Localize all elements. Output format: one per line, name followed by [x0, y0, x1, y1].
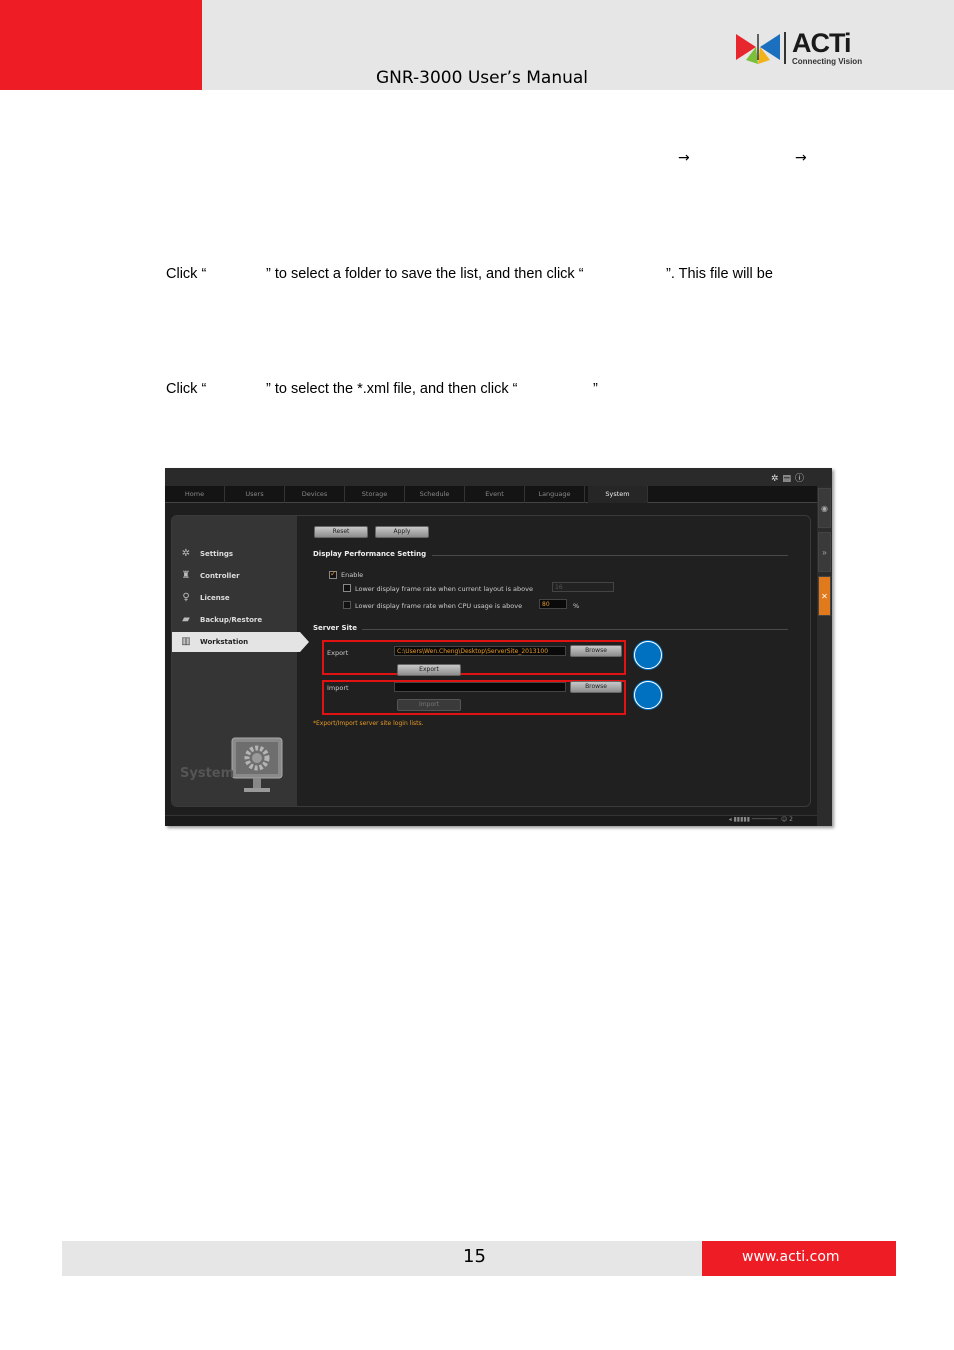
- tab-users[interactable]: Users: [225, 486, 285, 503]
- import-path-field[interactable]: [394, 682, 566, 692]
- website-link[interactable]: www.acti.com: [742, 1249, 840, 1265]
- header-red-block: [0, 0, 202, 90]
- import-text-3: ”: [593, 381, 598, 397]
- tab-devices[interactable]: Devices: [285, 486, 345, 503]
- path-arrow-1: →: [678, 150, 690, 166]
- callout-circle-1: [634, 641, 662, 669]
- gear-icon: ✲: [181, 548, 191, 559]
- percent-label: %: [573, 602, 580, 610]
- app-screenshot: ✲▤ⓘ Home Users Devices Storage Schedule …: [165, 468, 832, 826]
- system-watermark-label: System: [180, 766, 235, 781]
- manual-title: GNR-3000 User’s Manual: [376, 68, 589, 88]
- server-site-divider: [362, 629, 788, 630]
- app-titlebar: ✲▤ⓘ: [165, 468, 832, 486]
- import-browse-button[interactable]: Browse: [570, 681, 622, 693]
- cpu-frame-checkbox[interactable]: [343, 601, 351, 609]
- tools-icon[interactable]: ✕: [818, 576, 831, 616]
- main-tabbar: Home Users Devices Storage Schedule Even…: [165, 486, 817, 503]
- import-text-2: ” to select the *.xml file, and then cli…: [266, 381, 518, 397]
- tab-system[interactable]: System: [588, 486, 648, 503]
- reset-button[interactable]: Reset: [314, 526, 368, 538]
- sidebar-item-license[interactable]: ♀ License: [172, 588, 297, 608]
- cpu-frame-label: Lower display frame rate when CPU usage …: [355, 602, 523, 610]
- sidebar-item-settings[interactable]: ✲ Settings: [172, 544, 297, 564]
- eye-icon[interactable]: ◉: [818, 488, 831, 528]
- server-site-title: Server Site: [313, 624, 357, 632]
- sidebar-item-workstation[interactable]: ▥ Workstation: [172, 632, 309, 652]
- titlebar-icons: ✲▤ⓘ: [771, 471, 808, 484]
- path-arrow-2: →: [795, 150, 807, 166]
- footer-bar: [62, 1241, 702, 1276]
- tab-home[interactable]: Home: [165, 486, 225, 503]
- logo-divider: [784, 32, 786, 64]
- tab-language[interactable]: Language: [525, 486, 585, 503]
- export-label: Export: [327, 649, 349, 657]
- joystick-icon: ♜: [181, 570, 191, 581]
- tab-storage[interactable]: Storage: [345, 486, 405, 503]
- fast-forward-icon[interactable]: »: [818, 532, 831, 572]
- user-count: ◂ ▮▮▮▮▮ ─────── ☺ 2: [728, 816, 793, 823]
- butterfly-logo-icon: [736, 34, 780, 64]
- folder-icon: ▰: [182, 614, 190, 625]
- tab-schedule[interactable]: Schedule: [405, 486, 465, 503]
- server-icon: ▥: [181, 636, 191, 647]
- logo-tagline: Connecting Vision: [792, 57, 863, 66]
- enable-checkbox[interactable]: [329, 569, 337, 579]
- tab-event[interactable]: Event: [465, 486, 525, 503]
- cpu-usage-input[interactable]: 80: [539, 599, 567, 609]
- gear-icon[interactable]: ✲: [771, 474, 783, 484]
- sidebar-item-controller[interactable]: ♜ Controller: [172, 566, 297, 586]
- export-browse-button[interactable]: Browse: [570, 645, 622, 657]
- key-icon: ♀: [182, 592, 190, 603]
- import-label: Import: [327, 684, 349, 692]
- monitor-gear-icon: [231, 737, 283, 792]
- system-sidebar: ✲ Settings ♜ Controller ♀ License ▰ Backup/R…: [172, 516, 309, 806]
- server-site-note: *Export/Import server site login lists.: [313, 720, 424, 727]
- layout-frame-checkbox[interactable]: [343, 584, 351, 592]
- info-icon[interactable]: ⓘ: [795, 474, 808, 484]
- logo-wordmark: ACTi: [792, 28, 852, 58]
- export-text-2: ” to select a folder to save the list, a…: [266, 266, 584, 282]
- export-text-1: Click “: [166, 266, 207, 282]
- sidebar-item-backup-restore[interactable]: ▰ Backup/Restore: [172, 610, 297, 630]
- right-rail: ◉ » ✕: [817, 486, 832, 826]
- callout-circle-2: [634, 681, 662, 709]
- page-number: 15: [463, 1246, 486, 1267]
- acti-logo: ACTi Connecting Vision: [734, 28, 874, 68]
- import-button[interactable]: Import: [397, 699, 461, 711]
- import-text-1: Click “: [166, 381, 207, 397]
- apply-button[interactable]: Apply: [375, 526, 429, 538]
- export-path-field[interactable]: C:\Users\Wen.Cheng\Desktop\ServerSite_20…: [394, 646, 566, 656]
- export-text-3: ”. This file will be: [666, 266, 773, 282]
- export-button[interactable]: Export: [397, 664, 461, 676]
- layout-frame-label: Lower display frame rate when current la…: [355, 585, 533, 593]
- layout-frame-input[interactable]: 16: [552, 582, 614, 592]
- document-icon[interactable]: ▤: [782, 474, 795, 484]
- display-section-divider: [432, 555, 788, 556]
- status-bar: ◂ ▮▮▮▮▮ ─────── ☺ 2: [165, 815, 817, 826]
- system-panel: ✲ Settings ♜ Controller ♀ License ▰ Backup/R…: [171, 515, 811, 807]
- enable-label: Enable: [341, 571, 364, 579]
- display-section-title: Display Performance Setting: [313, 550, 427, 558]
